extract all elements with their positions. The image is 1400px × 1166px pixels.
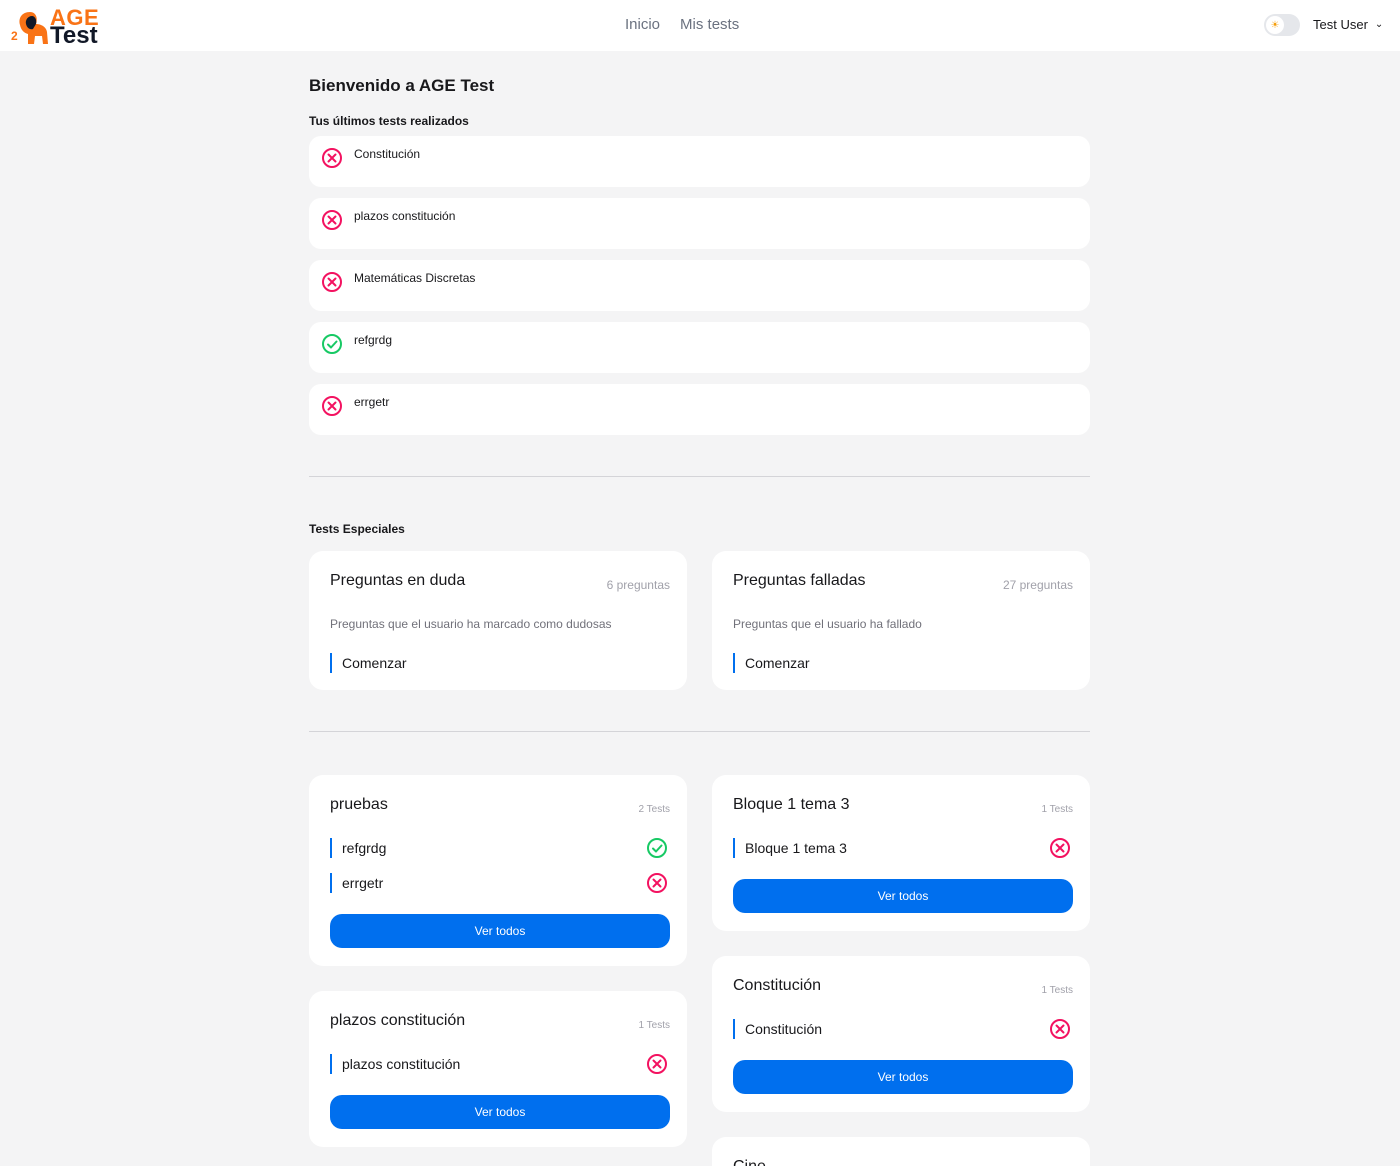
failed-icon [321,209,343,231]
recent-test-label: Matemáticas Discretas [354,271,476,285]
special-tests-heading: Tests Especiales [309,522,405,536]
test-group-card: Bloque 1 tema 3 1 Tests Bloque 1 tema 3 … [712,775,1090,931]
passed-icon [321,333,343,355]
special-test-card: Preguntas falladas 27 preguntas Pregunta… [712,551,1090,690]
logo-text-test: Test [50,22,98,49]
card-title: pruebas [330,796,388,813]
test-count: 1 Tests [638,1020,671,1031]
failed-icon [646,1053,668,1075]
question-count: 27 preguntas [1002,578,1073,592]
sun-icon: ☀ [1266,16,1284,34]
recent-test-row[interactable]: plazos constitución [309,198,1090,249]
section-divider [309,476,1090,477]
recent-test-label: errgetr [354,395,390,409]
card-title: Constitución [733,977,822,994]
view-all-button[interactable]: Ver todos [733,1060,1073,1094]
question-count: 6 preguntas [606,578,670,592]
nav-links: Inicio Mis tests [625,16,739,33]
test-group-card: Constitución 1 Tests Constitución Ver to… [712,956,1090,1112]
card-title: Preguntas falladas [733,572,866,589]
view-all-button[interactable]: Ver todos [330,1095,670,1129]
section-divider [309,731,1090,732]
test-group-card: Cine [712,1137,1090,1166]
test-link[interactable]: refgrdg [330,838,386,858]
recent-test-label: Constitución [354,147,421,161]
card-title: Preguntas en duda [330,572,466,589]
recent-test-row[interactable]: Matemáticas Discretas [309,260,1090,311]
card-description: Preguntas que el usuario ha marcado como… [330,617,612,631]
logo-number: 2 [11,29,18,43]
recent-test-row[interactable]: refgrdg [309,322,1090,373]
nav-link-mis-tests[interactable]: Mis tests [680,16,739,33]
view-all-button[interactable]: Ver todos [330,914,670,948]
special-test-card: Preguntas en duda 6 preguntas Preguntas … [309,551,687,690]
recent-test-label: plazos constitución [354,209,456,223]
test-count: 1 Tests [1041,804,1074,815]
test-link[interactable]: errgetr [330,873,383,893]
recent-test-label: refgrdg [354,333,393,347]
test-group-card: pruebas 2 Tests refgrdg errgetr Ver todo… [309,775,687,966]
card-title: Cine [733,1158,766,1166]
failed-icon [646,872,668,894]
lion-logo-icon [19,12,48,44]
view-all-button[interactable]: Ver todos [733,879,1073,913]
card-description: Preguntas que el usuario ha fallado [733,617,922,631]
failed-icon [321,147,343,169]
failed-icon [321,271,343,293]
card-title: Bloque 1 tema 3 [733,796,850,813]
failed-icon [1049,837,1071,859]
start-link[interactable]: Comenzar [330,653,407,673]
chevron-down-icon: ⌄ [1374,19,1384,30]
test-group-card: plazos constitución 1 Tests plazos const… [309,991,687,1147]
page-title: Bienvenido a AGE Test [309,76,495,95]
test-link[interactable]: Bloque 1 tema 3 [733,838,847,858]
logo[interactable]: 2 AGE Test [10,5,99,49]
failed-icon [321,395,343,417]
test-link[interactable]: plazos constitución [330,1054,460,1074]
card-title: plazos constitución [330,1012,466,1029]
theme-toggle[interactable]: ☀ [1264,14,1300,36]
test-count: 2 Tests [638,804,671,815]
failed-icon [1049,1018,1071,1040]
user-name: Test User [1313,17,1368,32]
test-count: 1 Tests [1041,985,1074,996]
nav-link-inicio[interactable]: Inicio [625,16,660,33]
passed-icon [646,837,668,859]
recent-test-row[interactable]: Constitución [309,136,1090,187]
user-menu[interactable]: Test User ⌄ [1313,17,1383,32]
start-link[interactable]: Comenzar [733,653,810,673]
top-navbar: 2 AGE Test Inicio Mis tests ☀ Test User … [0,0,1400,51]
test-link[interactable]: Constitución [733,1019,822,1039]
recent-tests-heading: Tus últimos tests realizados [309,114,469,128]
recent-test-row[interactable]: errgetr [309,384,1090,435]
